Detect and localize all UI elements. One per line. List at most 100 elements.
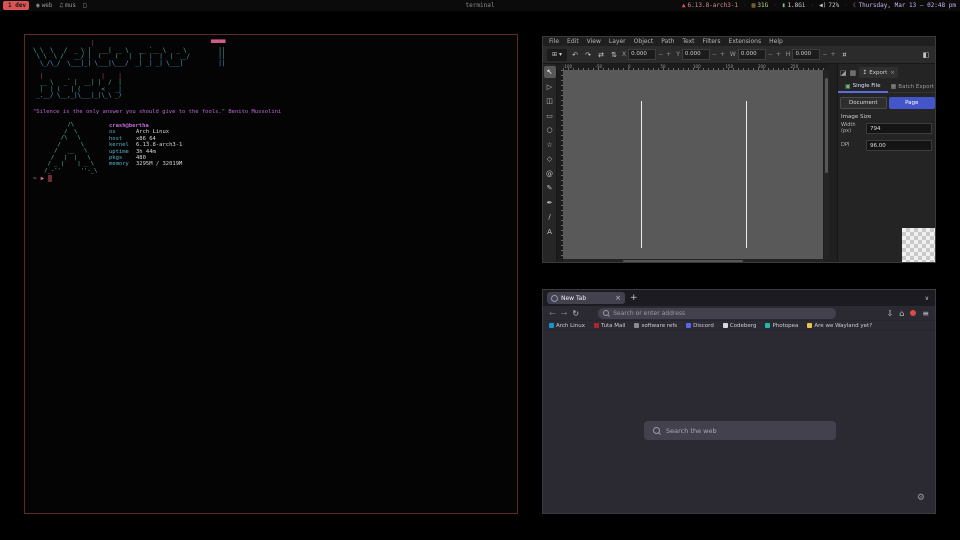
new-tab-button[interactable]: + (630, 293, 638, 303)
bookmark-item[interactable]: software refs (634, 323, 677, 329)
menu-item[interactable]: Extensions (729, 38, 762, 45)
dpi-input[interactable]: 96.00 (866, 140, 932, 151)
tool-button[interactable]: ○ (544, 124, 556, 136)
vertical-scrollbar[interactable] (824, 70, 829, 259)
field-value[interactable]: 0.000 (628, 49, 656, 60)
rotate-ccw-icon[interactable]: ↶ (570, 51, 580, 59)
browser-tab[interactable]: New Tab × (547, 292, 625, 304)
export-mode-tab[interactable]: ▦Batch Export (888, 81, 937, 93)
menu-item[interactable]: Text (682, 38, 694, 45)
web-search-input[interactable]: Search the web (644, 421, 836, 440)
export-dialog-tab[interactable]: ↥ Export × (859, 67, 898, 78)
bookmark-item[interactable]: Arch Linux (549, 323, 585, 329)
menu-icon[interactable]: ≡ (922, 309, 929, 318)
coordinate-field[interactable]: H0.000−+ (786, 49, 837, 60)
width-input[interactable]: 794 (866, 123, 932, 134)
coordinate-field[interactable]: W0.000−+ (730, 49, 782, 60)
menu-item[interactable]: Path (661, 38, 674, 45)
reload-button[interactable]: ↻ (572, 309, 579, 318)
tool-button[interactable]: A (544, 226, 556, 238)
bookmark-item[interactable]: Codeberg (723, 323, 757, 329)
address-bar[interactable]: Search or enter address (598, 308, 836, 319)
extension-icon[interactable] (910, 310, 916, 316)
field-value[interactable]: 0.000 (738, 49, 766, 60)
menu-item[interactable]: Layer (609, 38, 626, 45)
ruler-label: -50 (596, 64, 629, 69)
bookmark-item[interactable]: Tuta Mail (594, 323, 625, 329)
fetch-value: x86_64 (136, 136, 156, 142)
back-button[interactable]: ← (549, 309, 556, 318)
menu-item[interactable]: Object (634, 38, 654, 45)
fetch-row: memory3295M / 32019M (109, 161, 182, 167)
decrement-button[interactable]: − (711, 51, 718, 58)
terminal-window[interactable]: | \ \ \ / _ \ | __| _ \ __ `__ \ _ \ \ \… (24, 34, 518, 514)
tool-button[interactable]: ↖ (544, 66, 556, 78)
decrement-button[interactable]: − (767, 51, 774, 58)
bookmark-favicon (807, 323, 812, 328)
tool-button[interactable]: ✎ (544, 182, 556, 194)
focused-window-title: terminal (0, 2, 960, 9)
tool-button[interactable]: ◫ (544, 95, 556, 107)
horizontal-scrollbar[interactable] (563, 259, 824, 263)
export-scope-page-button[interactable]: Page (889, 97, 936, 109)
close-icon[interactable]: × (890, 70, 895, 76)
drawing-canvas[interactable] (563, 70, 823, 259)
increment-button[interactable]: + (665, 51, 672, 58)
menu-item[interactable]: Help (769, 38, 783, 45)
menu-item[interactable]: File (549, 38, 559, 45)
tool-button[interactable]: ▷ (544, 81, 556, 93)
field-value[interactable]: 0.000 (682, 49, 710, 60)
rotate-cw-icon[interactable]: ↷ (583, 51, 593, 59)
scrollbar-thumb[interactable] (623, 260, 743, 262)
ascii-banner: | \ \ \ / _ \ | __| _ \ __ `__ \ _ \ \ \… (33, 41, 190, 100)
bookmark-item[interactable]: Discord (686, 323, 714, 329)
bookmark-item[interactable]: Are we Wayland yet? (807, 323, 872, 329)
tool-button[interactable]: ☆ (544, 139, 556, 151)
bookmark-label: Arch Linux (556, 323, 585, 329)
export-mode-tab[interactable]: ▣Single File (838, 81, 888, 93)
tool-button[interactable]: ✒ (544, 197, 556, 209)
coordinate-field[interactable]: Y0.000−+ (676, 49, 726, 60)
close-tab-icon[interactable]: × (615, 294, 621, 302)
tool-button[interactable]: / (544, 211, 556, 223)
swatches-dialog-icon[interactable]: ▦ (850, 69, 857, 77)
menu-item[interactable]: Filters (703, 38, 721, 45)
increment-button[interactable]: + (775, 51, 782, 58)
export-mode-tabs: ▣Single File▦Batch Export (838, 81, 936, 93)
export-scope-document-button[interactable]: Document (840, 97, 887, 109)
width-label: Width (px) (841, 123, 866, 134)
fetch-value: 3295M / 32019M (136, 161, 182, 167)
shell-prompt[interactable]: ~ ▶ (33, 175, 52, 182)
home-icon[interactable]: ⌂ (899, 309, 904, 318)
ruler-label: 150 (726, 64, 759, 69)
gear-icon[interactable]: ⚙ (917, 493, 925, 503)
bookmark-favicon (549, 323, 554, 328)
tool-button[interactable]: ▭ (544, 110, 556, 122)
increment-button[interactable]: + (829, 51, 836, 58)
fill-stroke-dialog-icon[interactable]: ◪ (840, 69, 847, 77)
tab-icon: ▦ (891, 83, 897, 90)
bookmark-item[interactable]: Photopea (765, 323, 798, 329)
download-icon[interactable]: ⇩ (887, 309, 894, 318)
forward-button[interactable]: → (561, 309, 568, 318)
ruler-label: 250 (791, 64, 824, 69)
selection-mode-button[interactable]: ⊞▾ (547, 49, 567, 61)
flip-horizontal-icon[interactable]: ⇄ (596, 51, 606, 59)
coordinate-field[interactable]: X0.000−+ (622, 49, 672, 60)
display-mode-icon[interactable]: ◧ (921, 51, 931, 59)
scrollbar-thumb[interactable] (825, 78, 828, 173)
menu-item[interactable]: View (587, 38, 601, 45)
list-tabs-chevron-icon[interactable]: ∨ (925, 295, 929, 302)
increment-button[interactable]: + (719, 51, 726, 58)
navigation-bar: ← → ↻ Search or enter address ⇩ ⌂ ≡ (543, 306, 935, 321)
decrement-button[interactable]: − (657, 51, 664, 58)
flip-vertical-icon[interactable]: ⇅ (609, 51, 619, 59)
tool-button[interactable]: ◇ (544, 153, 556, 165)
menu-item[interactable]: Edit (567, 38, 579, 45)
fetch-info: crash@bertha osArch Linuxhostx86_64kerne… (109, 123, 182, 168)
field-value[interactable]: 0.000 (792, 49, 820, 60)
decrement-button[interactable]: − (821, 51, 828, 58)
tool-button[interactable]: @ (544, 168, 556, 180)
lock-ratio-icon[interactable]: ¤ (840, 51, 850, 59)
tool-controls-bar: ⊞▾ ↶ ↷ ⇄ ⇅ X0.000−+ Y0.000−+ W0.000−+ H0.00… (543, 46, 935, 64)
